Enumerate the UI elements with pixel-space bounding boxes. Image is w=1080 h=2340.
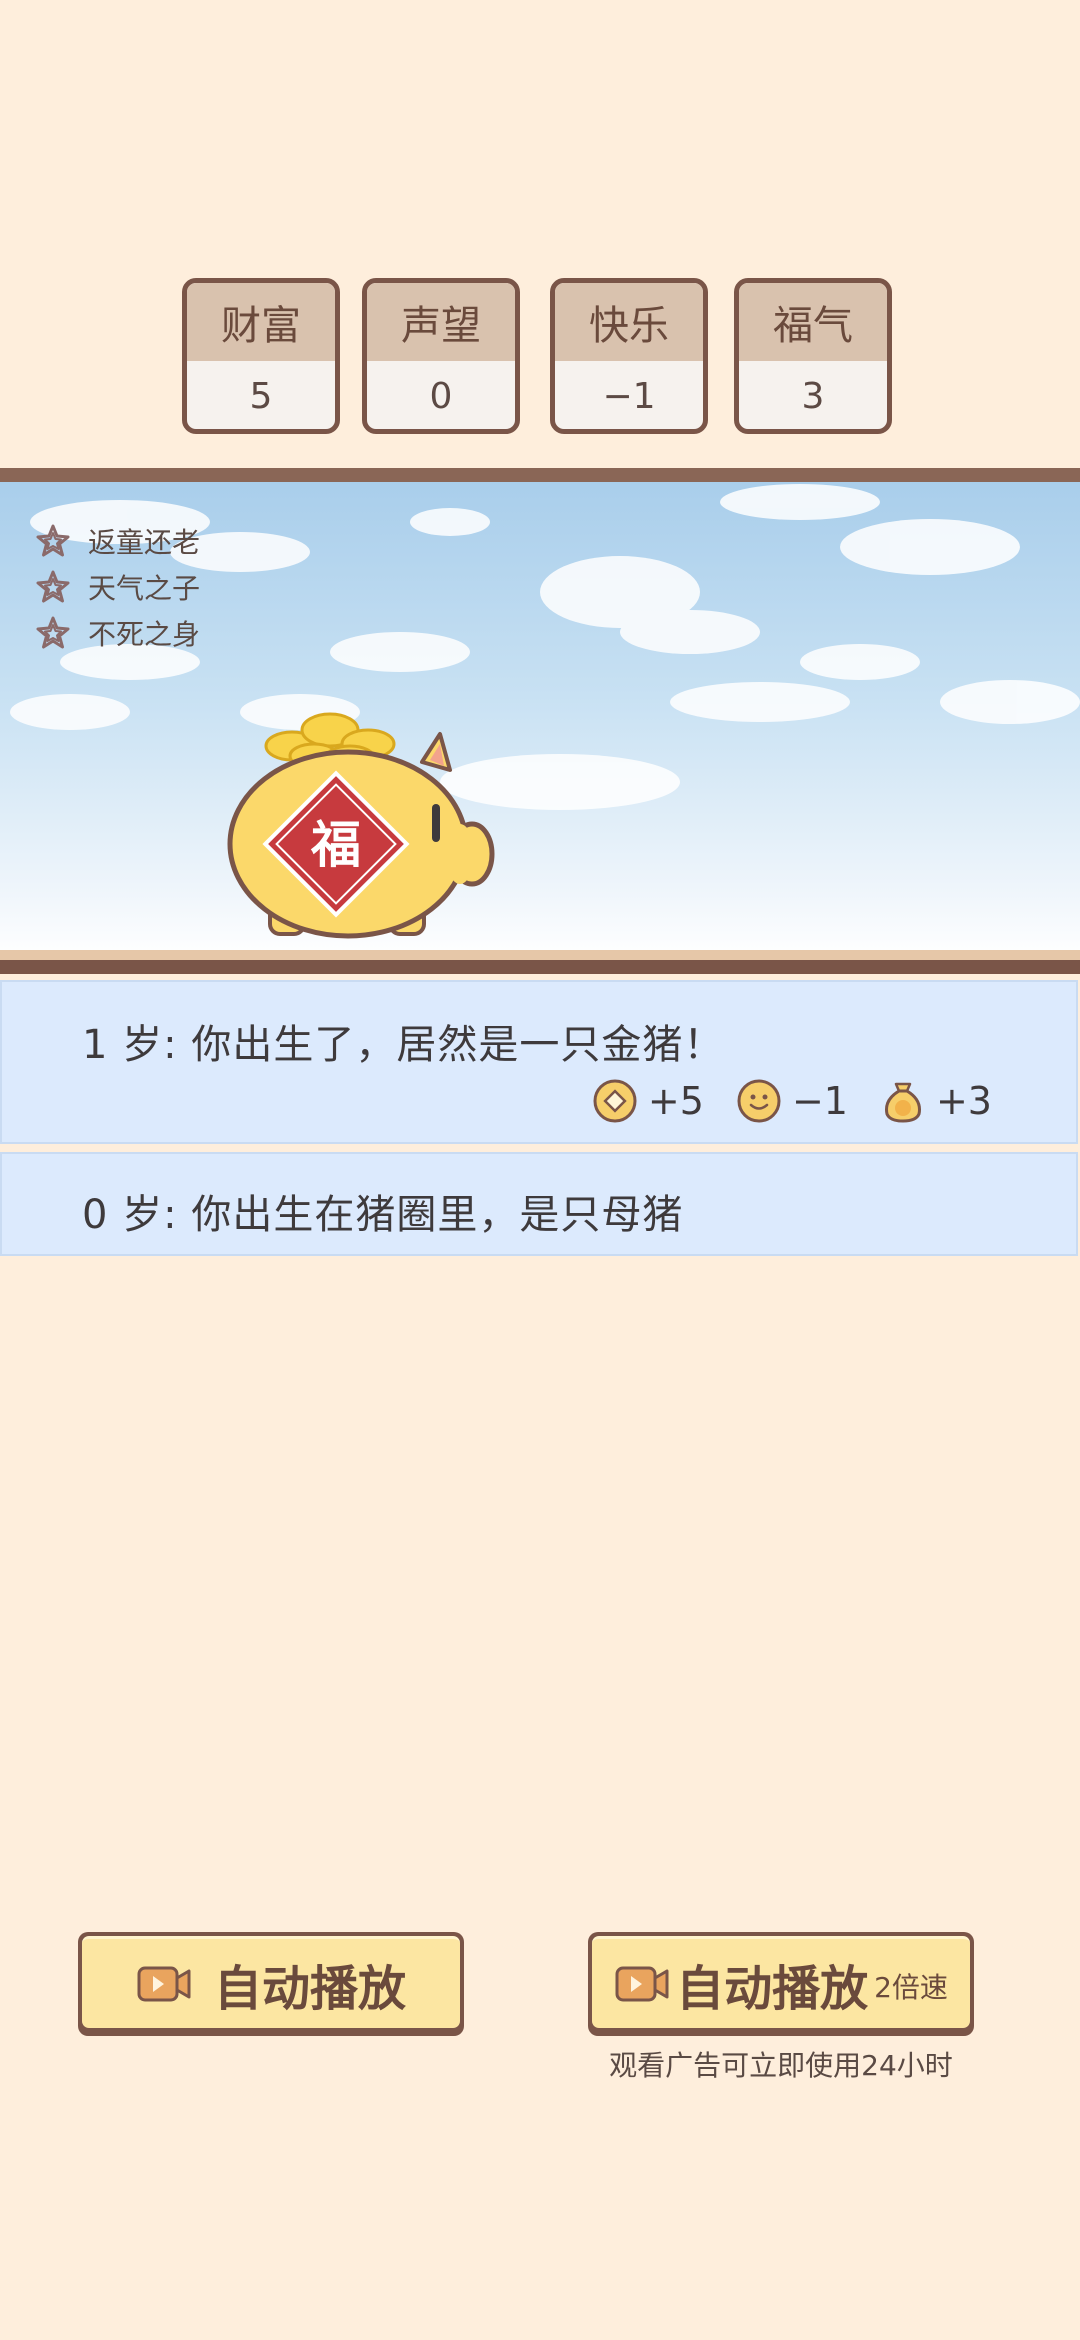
sky-background: 返童还老 天气之子 不死之身 福 (0, 482, 1080, 958)
effect-value: −1 (791, 1079, 848, 1123)
effect-value: +5 (647, 1079, 704, 1123)
stat-label: 声望 (367, 283, 515, 361)
autoplay-button[interactable]: 自动播放 (78, 1932, 464, 2036)
effect-luck: +3 (880, 1078, 992, 1124)
event-age-unit: 岁 (122, 1192, 164, 1238)
game-screen: 财富 5 声望 0 快乐 −1 福气 3 返童还老 天气之子 不死之身 福 1 … (0, 0, 1080, 2340)
stat-value: 5 (249, 375, 273, 417)
fu-badge-text: 福 (310, 816, 361, 874)
trait-list: 返童还老 天气之子 不死之身 (36, 518, 200, 656)
event-text: 你出生了，居然是一只金猪！ (191, 1022, 725, 1068)
stat-luck: 福气 3 (734, 278, 892, 434)
golden-pig-character: 福 (227, 712, 495, 939)
trait-item: 返童还老 (36, 518, 200, 564)
autoplay-2x-button[interactable]: 自动播放 2倍速 (588, 1932, 974, 2036)
stat-value: 3 (801, 375, 825, 417)
character-scene: 返童还老 天气之子 不死之身 福 (0, 468, 1080, 978)
video-camera-icon (137, 1966, 191, 2001)
trait-label: 天气之子 (88, 572, 201, 605)
stat-value: −1 (602, 375, 656, 417)
ground-strip (0, 950, 1080, 960)
event-card: 1 岁: 你出生了，居然是一只金猪！ +5 −1 +3 (0, 980, 1078, 1144)
autoplay-label: 自动播放 (213, 1960, 406, 2017)
stat-wealth: 财富 5 (182, 278, 340, 434)
video-camera-icon (615, 1966, 669, 2001)
trait-item: 不死之身 (36, 610, 200, 656)
effect-value: +3 (935, 1079, 992, 1123)
stat-label: 福气 (739, 283, 887, 361)
trait-item: 天气之子 (36, 564, 200, 610)
autoplay-2x-button-face[interactable]: 自动播放 2倍速 (592, 1936, 970, 2028)
coin-icon (593, 1079, 637, 1123)
scene-top-border (0, 468, 1080, 486)
trait-label: 返童还老 (88, 526, 201, 559)
autoplay-2x-label: 自动播放 (676, 1960, 869, 2017)
stat-reputation: 声望 0 (362, 278, 520, 434)
event-line: 0 岁: 你出生在猪圈里，是只母猪 (82, 1192, 684, 1238)
stat-value: 0 (429, 375, 453, 417)
speed-badge: 2倍速 (874, 1971, 948, 2004)
scene-bottom-border (0, 960, 1080, 974)
effect-happiness: −1 (736, 1078, 848, 1124)
stat-label: 快乐 (555, 283, 703, 361)
smiley-icon (737, 1079, 781, 1123)
event-text: 你出生在猪圈里，是只母猪 (191, 1192, 684, 1238)
event-age: 0 (82, 1192, 109, 1238)
event-card: 0 岁: 你出生在猪圈里，是只母猪 (0, 1152, 1078, 1256)
ad-hint-text: 观看广告可立即使用24小时 (609, 2049, 953, 2082)
autoplay-button-face[interactable]: 自动播放 (82, 1936, 460, 2028)
event-age: 1 (82, 1022, 109, 1068)
event-line: 1 岁: 你出生了，居然是一只金猪！ (82, 1022, 725, 1068)
star-outline-icon (36, 524, 70, 557)
event-effects: +5 −1 +3 (560, 1078, 992, 1124)
trait-label: 不死之身 (88, 618, 201, 651)
stat-happiness: 快乐 −1 (550, 278, 708, 434)
star-outline-icon (36, 616, 70, 649)
stats-bar: 财富 5 声望 0 快乐 −1 福气 3 (0, 278, 1080, 442)
event-age-unit: 岁 (122, 1022, 164, 1068)
star-outline-icon (36, 570, 70, 603)
luck-bag-icon (885, 1082, 921, 1123)
effect-wealth: +5 (592, 1078, 704, 1124)
stat-label: 财富 (187, 283, 335, 361)
